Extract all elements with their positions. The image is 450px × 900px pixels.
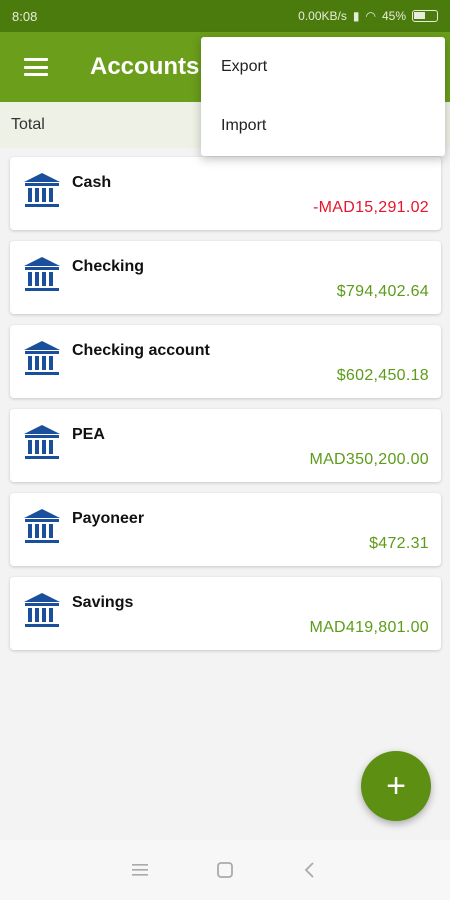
account-card[interactable]: Payoneer $472.31 (10, 493, 441, 566)
wifi-icon: ◠ (365, 9, 376, 23)
home-icon (217, 862, 233, 878)
bank-icon (22, 171, 62, 211)
recents-button[interactable] (130, 860, 150, 880)
account-card[interactable]: Savings MAD419,801.00 (10, 577, 441, 650)
account-name: PEA (72, 426, 105, 443)
account-balance: $472.31 (369, 535, 429, 552)
page-title: Accounts (90, 53, 200, 80)
menu-button[interactable] (0, 32, 72, 102)
account-name: Savings (72, 594, 134, 611)
add-account-button[interactable]: + (361, 751, 431, 821)
bank-icon (22, 339, 62, 379)
status-bar: 8:08 0.00KB/s ▮ ◠ 45% (0, 0, 450, 32)
account-balance: -MAD15,291.02 (313, 199, 429, 216)
system-nav-bar (0, 840, 450, 900)
status-time: 8:08 (12, 8, 38, 24)
bank-icon (22, 591, 62, 631)
menu-item-import[interactable]: Import (201, 96, 445, 155)
account-name: Checking account (72, 342, 210, 359)
account-name: Checking (72, 258, 145, 275)
menu-item-export[interactable]: Export (201, 37, 445, 96)
bank-icon (22, 507, 62, 547)
account-card[interactable]: PEA MAD350,200.00 (10, 409, 441, 482)
back-button[interactable] (300, 860, 320, 880)
bank-icon (22, 423, 62, 463)
account-card[interactable]: Checking account $602,450.18 (10, 325, 441, 398)
status-icons: 0.00KB/s ▮ ◠ 45% (298, 9, 438, 23)
signal-icon: ▮ (352, 9, 360, 23)
account-balance: MAD419,801.00 (309, 619, 429, 636)
recents-icon (132, 864, 148, 876)
account-list: Cash -MAD15,291.02 Checking $794,402.64 Chec… (10, 157, 441, 661)
account-balance: $602,450.18 (336, 367, 429, 384)
total-label: Total (11, 116, 45, 133)
home-button[interactable] (215, 860, 235, 880)
back-icon (304, 862, 314, 878)
account-name: Cash (72, 174, 112, 191)
account-card[interactable]: Checking $794,402.64 (10, 241, 441, 314)
overflow-menu: Export Import (201, 37, 445, 156)
plus-icon: + (386, 767, 406, 805)
battery-icon (412, 10, 438, 22)
battery-percent: 45% (381, 9, 406, 23)
account-balance: MAD350,200.00 (309, 451, 429, 468)
bank-icon (22, 255, 62, 295)
hamburger-icon (24, 58, 48, 76)
network-speed: 0.00KB/s (298, 9, 347, 23)
account-balance: $794,402.64 (336, 283, 429, 300)
account-card[interactable]: Cash -MAD15,291.02 (10, 157, 441, 230)
account-name: Payoneer (72, 510, 145, 527)
